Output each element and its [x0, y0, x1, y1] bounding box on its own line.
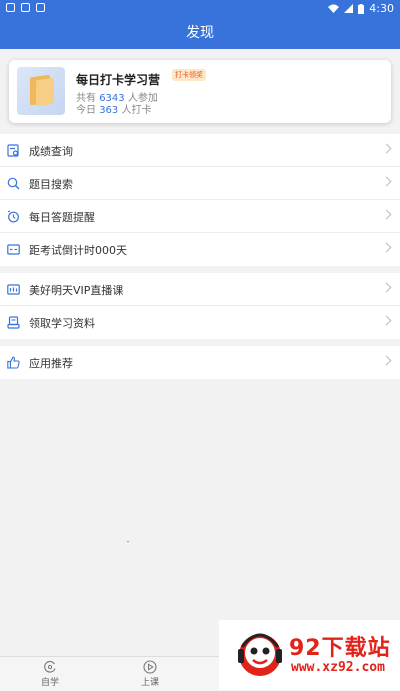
tab-label: 自学	[40, 678, 59, 688]
chevron-right-icon	[381, 176, 392, 187]
menu-item-vip-live-course[interactable]: 美好明天VIP直播课	[0, 273, 400, 306]
chevron-right-icon	[381, 315, 392, 326]
chevron-right-icon	[381, 209, 392, 220]
tab-class[interactable]: 上课	[130, 660, 170, 688]
status-bar: 4:30	[0, 0, 400, 17]
checkin-number: 363	[99, 105, 119, 116]
self-study-icon	[44, 660, 56, 673]
search-icon	[7, 177, 20, 190]
chevron-right-icon	[381, 282, 392, 293]
menu-item-study-materials[interactable]: 领取学习资料	[0, 306, 400, 339]
watermark-url: www.xz92.com	[291, 660, 385, 675]
tab-self-study[interactable]: 自学	[30, 660, 70, 688]
notification-icon	[36, 3, 45, 12]
menu-item-label: 领取学习资料	[29, 317, 95, 330]
countdown-icon	[7, 244, 20, 255]
alarm-clock-icon	[7, 210, 19, 223]
score-query-icon	[7, 144, 19, 157]
status-time: 4:30	[369, 2, 394, 15]
menu-item-label: 题目搜索	[29, 178, 73, 191]
menu-item-label: 应用推荐	[29, 357, 73, 370]
checkin-prefix: 今日	[76, 105, 96, 116]
menu-item-app-recommend[interactable]: 应用推荐	[0, 346, 400, 379]
wifi-icon	[328, 4, 340, 13]
stray-dot	[127, 541, 129, 542]
menu-item-label: 距考试倒计时000天	[29, 244, 127, 257]
daily-checkin-card[interactable]: 每日打卡学习营 打卡领奖 共有 6343 人参加 今日 363 人打卡	[9, 60, 391, 123]
checkin-suffix: 人打卡	[121, 105, 152, 116]
thumbs-up-icon	[7, 356, 20, 369]
menu-item-score-query[interactable]: 成绩查询	[0, 134, 400, 167]
battery-icon	[358, 3, 365, 14]
tab-label: 上课	[140, 678, 159, 688]
menu-group-apps: 应用推荐	[0, 346, 400, 379]
status-notification-icons	[6, 3, 45, 12]
promo-badge: 打卡领奖	[172, 69, 206, 81]
status-system-icons: 4:30	[328, 2, 394, 15]
study-material-icon	[7, 316, 20, 329]
menu-item-daily-reminder[interactable]: 每日答题提醒	[0, 200, 400, 233]
menu-group-courses: 美好明天VIP直播课 领取学习资料	[0, 273, 400, 339]
notification-icon	[6, 3, 15, 12]
promo-thumbnail	[17, 67, 65, 115]
menu-item-label: 成绩查询	[29, 145, 73, 158]
notification-icon	[21, 3, 30, 12]
chevron-right-icon	[381, 355, 392, 366]
menu-item-label: 每日答题提醒	[29, 211, 95, 224]
menu-item-label: 美好明天VIP直播课	[29, 284, 124, 297]
live-stream-icon	[7, 284, 20, 295]
menu-group-tools: 成绩查询 题目搜索 每日答题提醒 距考试倒计时000天	[0, 134, 400, 266]
checkin-count: 今日 363 人打卡	[76, 101, 151, 116]
watermark-title: 92下载站	[289, 636, 391, 661]
menu-item-exam-countdown[interactable]: 距考试倒计时000天	[0, 233, 400, 266]
chevron-right-icon	[381, 242, 392, 253]
menu-item-question-search[interactable]: 题目搜索	[0, 167, 400, 200]
watermark-logo-icon	[238, 633, 282, 676]
promo-title: 每日打卡学习营	[76, 73, 161, 87]
signal-icon	[344, 4, 354, 13]
book-icon	[36, 77, 54, 107]
play-icon	[143, 660, 157, 674]
site-watermark: 92下载站 www.xz92.com	[219, 620, 400, 690]
page-title: 发现	[0, 17, 400, 49]
chevron-right-icon	[381, 143, 392, 154]
